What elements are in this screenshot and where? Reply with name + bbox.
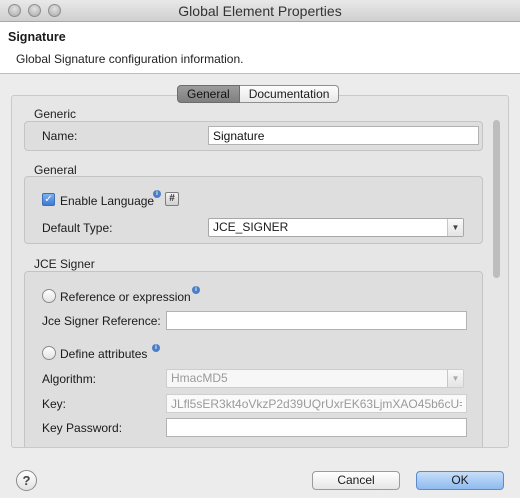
default-type-label: Default Type: <box>42 221 113 235</box>
jce-signer-group: Reference or expression i Jce Signer Ref… <box>24 271 483 447</box>
chevron-down-icon: ▼ <box>447 219 463 236</box>
jce-signer-reference-input[interactable] <box>166 311 467 330</box>
generic-group: Name: <box>24 121 483 151</box>
name-input[interactable] <box>208 126 479 145</box>
content-panel: Generic Name: General ✓ Enable Language … <box>11 95 509 448</box>
cancel-button[interactable]: Cancel <box>312 471 400 490</box>
info-icon: i <box>153 190 161 198</box>
name-label: Name: <box>42 129 78 143</box>
reference-or-expression-radio[interactable] <box>42 289 56 303</box>
tab-bar: General Documentation <box>177 85 340 103</box>
enable-language-checkbox[interactable]: ✓ <box>42 193 55 206</box>
vertical-scrollbar[interactable] <box>491 108 502 446</box>
tab-documentation[interactable]: Documentation <box>239 85 340 103</box>
reference-or-expression-label: Reference or expression <box>60 290 191 304</box>
hash-icon[interactable]: # <box>165 192 179 206</box>
scrollbar-thumb[interactable] <box>493 120 500 278</box>
info-icon: i <box>152 344 160 352</box>
algorithm-label: Algorithm: <box>42 372 97 386</box>
key-input[interactable] <box>166 394 467 413</box>
help-icon[interactable]: ? <box>16 470 37 491</box>
header-description: Global Signature configuration informati… <box>16 52 244 66</box>
generic-section-title: Generic <box>34 107 77 121</box>
jce-signer-section-title: JCE Signer <box>34 257 95 271</box>
default-type-value: JCE_SIGNER <box>213 220 289 234</box>
dialog-header: Signature Global Signature configuration… <box>0 22 520 74</box>
algorithm-select[interactable]: HmacMD5 ▼ <box>166 369 464 388</box>
define-attributes-radio[interactable] <box>42 346 56 360</box>
define-attributes-label: Define attributes <box>60 347 148 361</box>
jce-signer-reference-label: Jce Signer Reference: <box>42 314 161 328</box>
title-bar: Global Element Properties <box>0 0 520 22</box>
enable-language-label: Enable Language <box>60 194 155 208</box>
algorithm-value: HmacMD5 <box>171 371 228 385</box>
chevron-down-icon: ▼ <box>447 370 463 387</box>
tab-general[interactable]: General <box>177 85 240 103</box>
general-group: ✓ Enable Language i # Default Type: JCE_… <box>24 176 483 244</box>
window-title: Global Element Properties <box>178 3 342 19</box>
default-type-select[interactable]: JCE_SIGNER ▼ <box>208 218 464 237</box>
ok-button[interactable]: OK <box>416 471 504 490</box>
header-title: Signature <box>8 30 66 44</box>
general-section-title: General <box>34 163 77 177</box>
key-label: Key: <box>42 397 67 411</box>
key-password-input[interactable] <box>166 418 467 437</box>
key-password-label: Key Password: <box>42 421 123 435</box>
info-icon: i <box>192 286 200 294</box>
